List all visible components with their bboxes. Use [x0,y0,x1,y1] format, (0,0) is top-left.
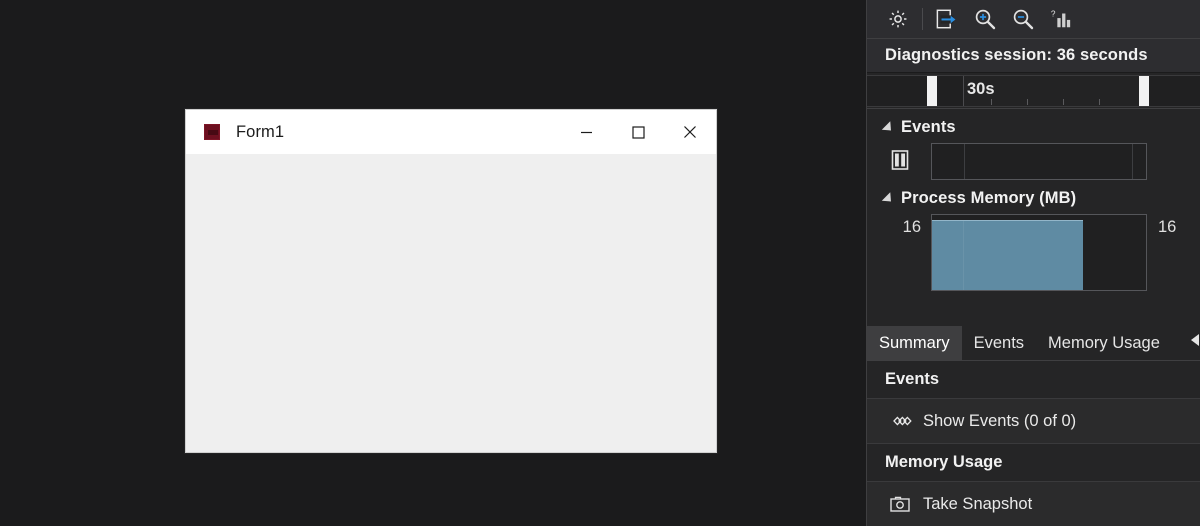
events-marker-icon-cell [869,143,931,171]
diagnostics-tabstrip: Summary Events Memory Usage [867,321,1200,361]
memory-chart-gridline [963,221,964,290]
memory-axis-right-label: 16 [1158,218,1177,236]
timeline-handle-left[interactable] [927,76,937,106]
tab-scroll-left-icon[interactable] [1191,334,1199,346]
tab-events[interactable]: Events [962,326,1036,360]
memory-section-header[interactable]: Process Memory (MB) [867,180,1200,214]
settings-icon[interactable] [879,3,917,35]
summary-list: Events Show Events (0 of 0) Memory Usage [867,361,1200,526]
window-controls [560,110,716,154]
form1-window[interactable]: Form1 [185,109,717,453]
session-label: Diagnostics session: 36 seconds [885,46,1148,64]
events-diamonds-icon [889,415,923,427]
group-header-memory-usage: Memory Usage [867,444,1200,482]
panel-gutter [858,0,866,526]
tab-memory-usage[interactable]: Memory Usage [1036,326,1172,360]
events-graph-divider-2 [1132,144,1133,179]
session-bar: Diagnostics session: 36 seconds [867,39,1200,73]
screen: Form1 ? Diagnostics session: 36 seconds … [0,0,1200,526]
events-graph-row [867,143,1200,180]
memory-axis-left-label: 16 [902,218,921,236]
form1-title: Form1 [236,122,285,141]
select-graph-icon[interactable]: ? [1042,3,1080,35]
events-section-title: Events [901,118,956,136]
list-item-show-events[interactable]: Show Events (0 of 0) [867,399,1200,444]
timeline-tick-label: 30s [967,80,995,98]
form1-titlebar[interactable]: Form1 [186,110,716,154]
tab-summary[interactable]: Summary [867,326,962,360]
export-icon[interactable] [928,3,966,35]
events-section-header[interactable]: Events [867,109,1200,143]
list-item-label: Show Events (0 of 0) [923,411,1077,430]
collapse-triangle-icon[interactable] [881,191,896,206]
memory-section-title: Process Memory (MB) [901,189,1077,207]
maximize-button[interactable] [612,110,664,154]
toolbar-separator [922,8,923,30]
zoom-out-icon[interactable] [1004,3,1042,35]
memory-graph-row: 16 16 [867,214,1200,291]
timeline-handle-right[interactable] [1139,76,1149,106]
diagnostics-toolbar: ? [867,0,1200,39]
memory-chart-area-series [932,220,1083,290]
list-item-label: Take Snapshot [923,494,1033,513]
collapse-triangle-icon[interactable] [881,120,896,135]
app-icon [204,124,220,140]
camera-icon [889,495,923,513]
events-graph[interactable] [931,143,1147,180]
svg-text:?: ? [1051,9,1056,18]
close-button[interactable] [664,110,716,154]
timeline-ruler[interactable]: 30s [867,73,1200,109]
diagnostics-panel: ? Diagnostics session: 36 seconds 30s Ev… [866,0,1200,526]
minimize-button[interactable] [560,110,612,154]
zoom-in-icon[interactable] [966,3,1004,35]
events-marker-icon [891,150,909,170]
memory-chart[interactable] [931,214,1147,291]
group-header-events: Events [867,361,1200,399]
events-graph-divider [964,144,965,179]
list-item-take-snapshot[interactable]: Take Snapshot [867,482,1200,526]
form1-client-area[interactable] [186,154,716,452]
